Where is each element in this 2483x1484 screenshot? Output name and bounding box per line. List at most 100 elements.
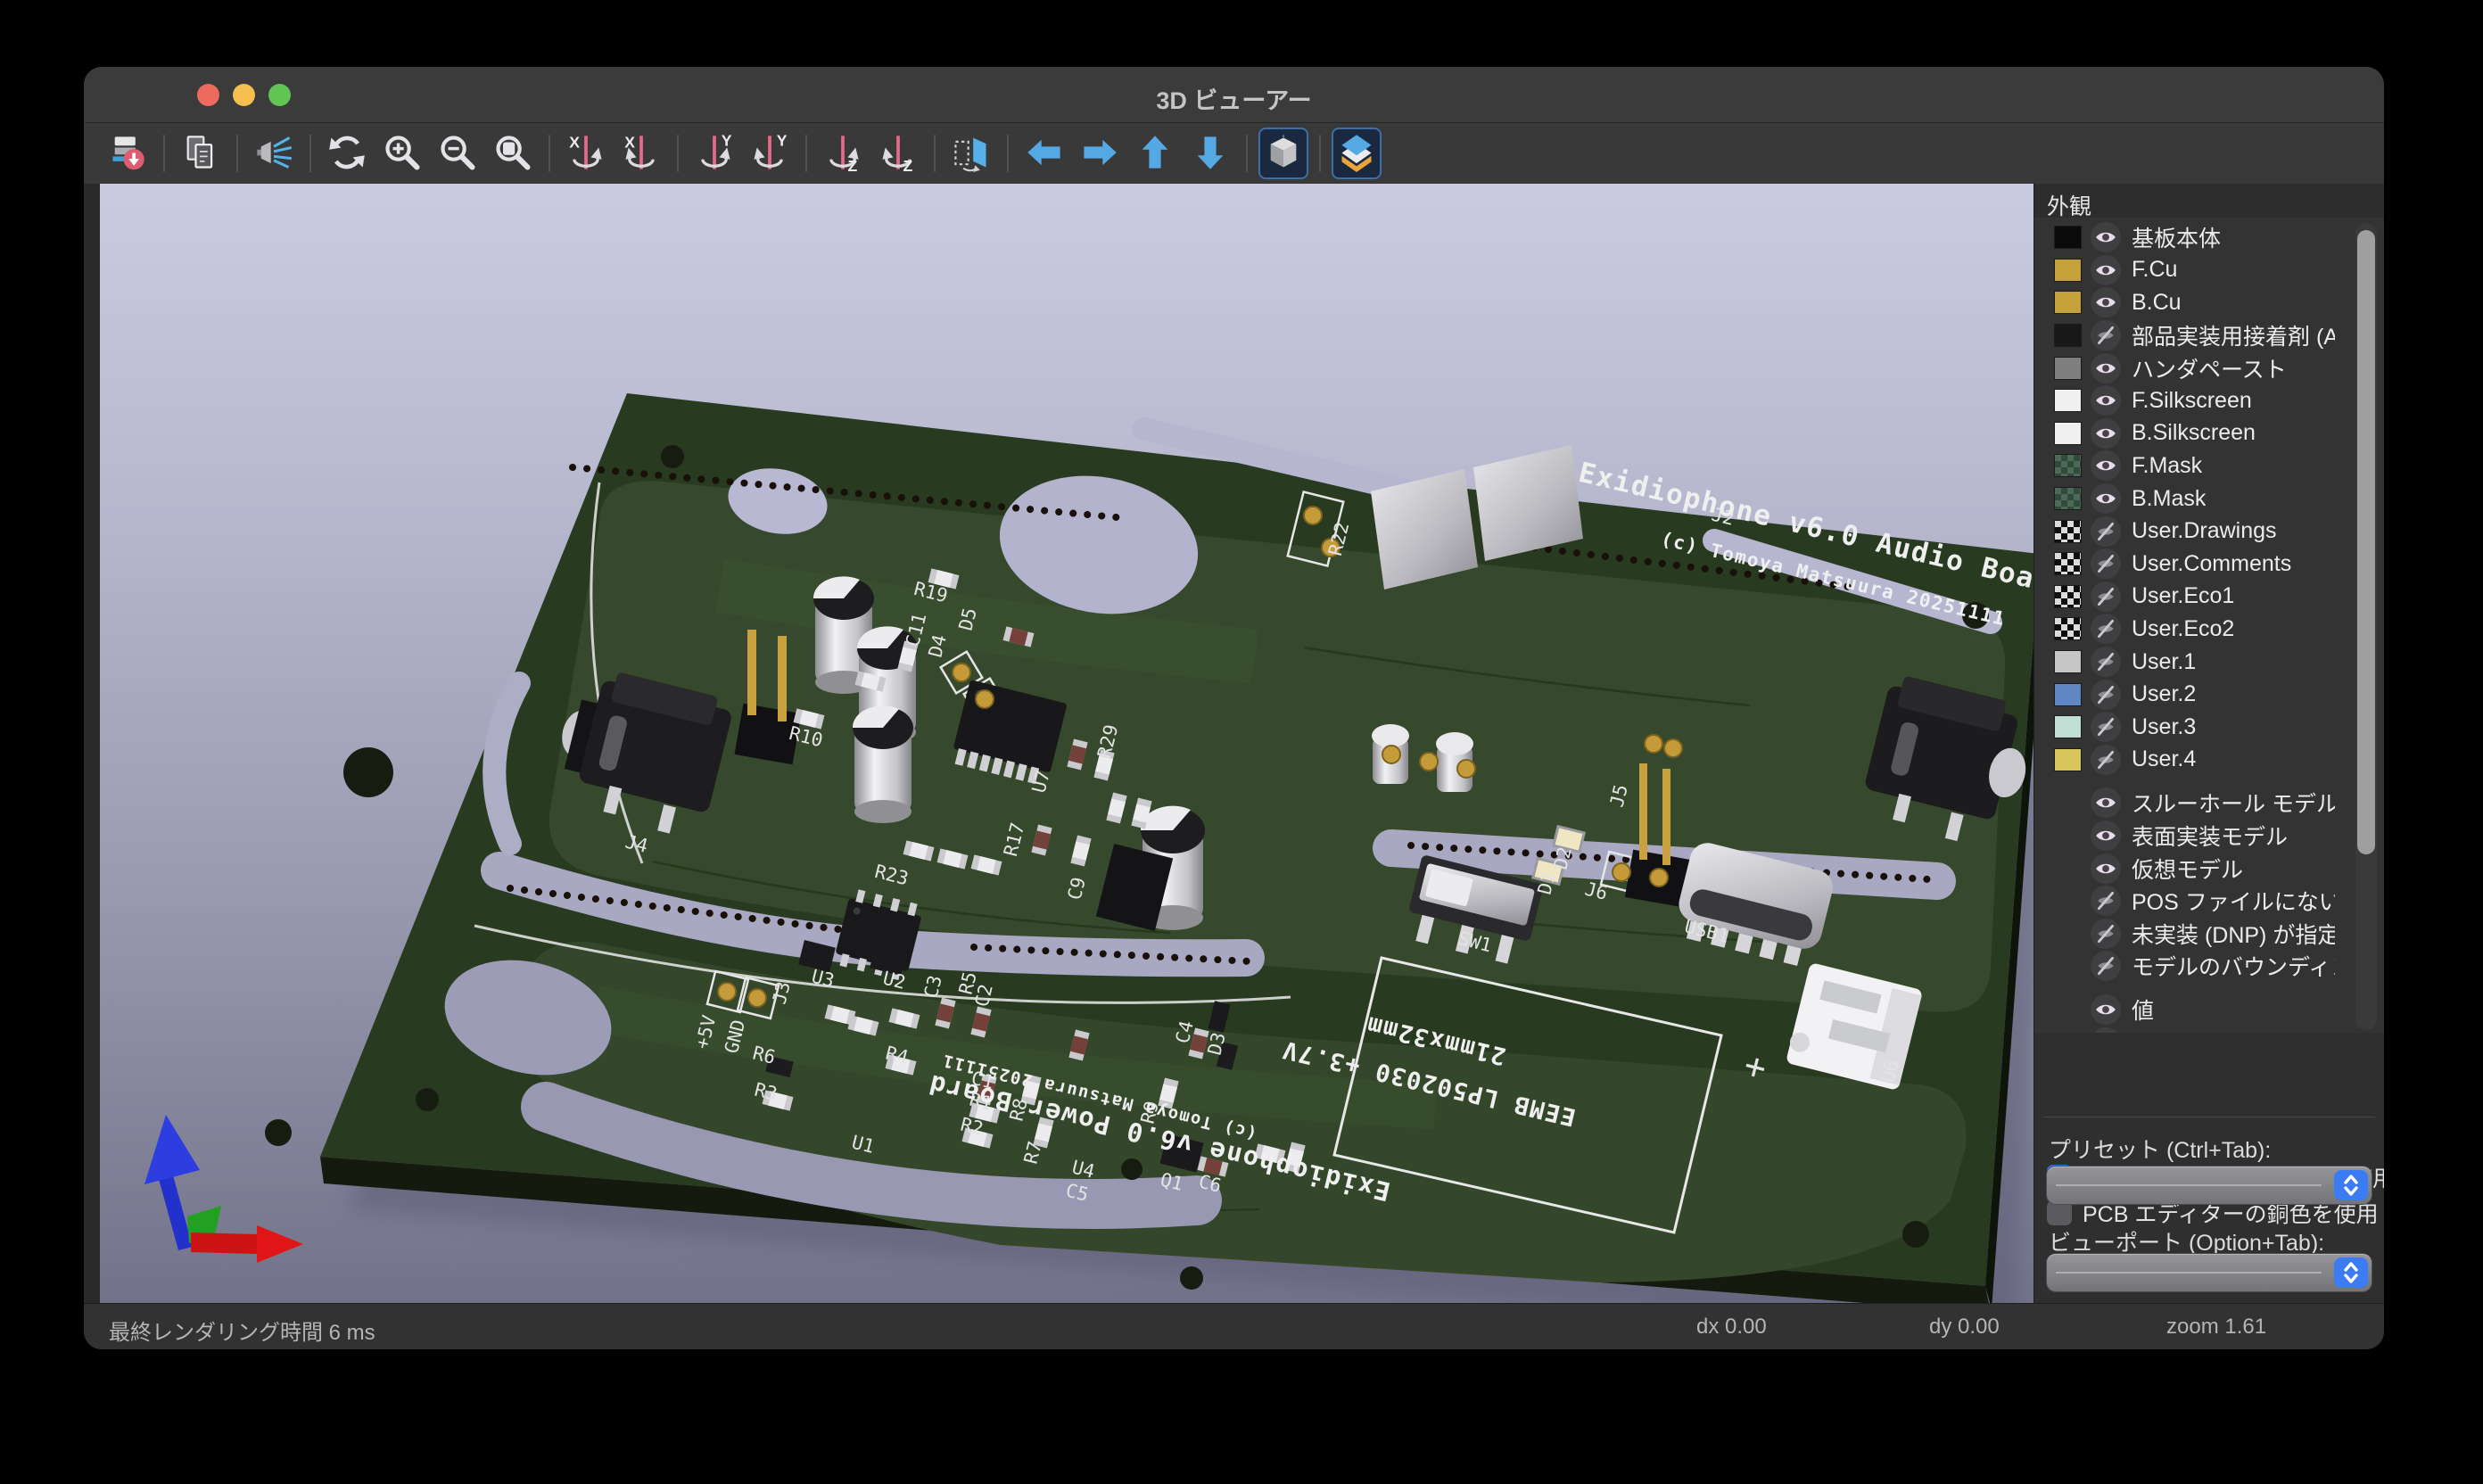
visibility-eye-icon[interactable]	[2091, 222, 2121, 252]
checkbox-pcb-editor-copper-color[interactable]	[2047, 1200, 2072, 1225]
window-title: 3D ビューアー	[84, 81, 2384, 116]
status-zoom: zoom 1.61	[2166, 1315, 2266, 1340]
visibility-eye-icon[interactable]	[2091, 483, 2121, 514]
visibility-eye-icon[interactable]	[2091, 994, 2121, 1025]
copy-image-button[interactable]	[177, 129, 224, 177]
visibility-eye-off-icon[interactable]	[2091, 548, 2121, 579]
rotate-z-clockwise-button[interactable]: Z	[820, 129, 866, 177]
preset-dropdown[interactable]	[2047, 1167, 2372, 1204]
color-swatch[interactable]	[2054, 552, 2082, 575]
zoom-in-button[interactable]	[379, 129, 425, 177]
svg-text:Y: Y	[777, 133, 788, 149]
visibility-eye-icon[interactable]	[2091, 820, 2121, 851]
layer-label: F.Mask	[2132, 453, 2202, 479]
visibility-eye-off-icon[interactable]	[2091, 516, 2121, 547]
color-swatch[interactable]	[2054, 520, 2082, 543]
status-bar: 最終レンダリング時間 6 ms dx 0.00 dy 0.00 zoom 1.6…	[84, 1303, 2384, 1349]
model-option-row: 表面実装モデル	[2034, 820, 2384, 853]
rotate-y-clockwise-button[interactable]: Y	[691, 129, 738, 177]
viewport-dropdown[interactable]	[2047, 1254, 2372, 1291]
color-swatch[interactable]	[2054, 617, 2082, 640]
toolbar-separator	[1246, 135, 1248, 172]
color-swatch[interactable]	[2054, 585, 2082, 608]
3d-viewport[interactable]: R19C11D4D5R10R23C9R17R29U7J4J5J2R22SW1D1…	[100, 184, 2033, 1304]
visibility-eye-off-icon[interactable]	[2091, 581, 2121, 612]
toolbar-separator	[1319, 135, 1321, 172]
layer-row: User.Eco1	[2034, 581, 2384, 614]
toolbar-separator	[549, 135, 550, 172]
orthographic-projection-button[interactable]	[1260, 129, 1307, 177]
move-left-button[interactable]	[1021, 129, 1068, 177]
status-dy: dy 0.00	[1929, 1315, 2000, 1340]
visibility-eye-off-icon[interactable]	[2091, 320, 2121, 350]
color-swatch[interactable]	[2054, 357, 2082, 380]
rotz2-icon: Z	[879, 133, 918, 175]
visibility-eye-off-icon[interactable]	[2091, 647, 2121, 677]
redraw-button[interactable]	[324, 129, 370, 177]
visibility-eye-off-icon[interactable]	[2091, 886, 2121, 916]
color-swatch[interactable]	[2054, 487, 2082, 510]
layer-row: User.Comments	[2034, 548, 2384, 581]
appearance-panel: 外観 基板本体F.CuB.Cu部品実装用接着剤 (AdhハンダペーストF.Sil…	[2033, 184, 2384, 1304]
color-swatch[interactable]	[2054, 226, 2082, 249]
visibility-eye-off-icon[interactable]	[2091, 680, 2121, 710]
visibility-eye-icon[interactable]	[2091, 450, 2121, 481]
zoom-to-fit-button[interactable]	[490, 129, 536, 177]
scrollbar-thumb[interactable]	[2357, 230, 2375, 854]
model-option-label: POS ファイルにないモ	[2132, 885, 2335, 917]
color-swatch[interactable]	[2054, 389, 2082, 412]
flip-icon	[952, 133, 991, 175]
scrollbar-track[interactable]	[2355, 223, 2377, 1030]
visibility-eye-icon[interactable]	[2091, 418, 2121, 449]
layer-label: B.Silkscreen	[2132, 420, 2256, 446]
layer-row: User.2	[2034, 678, 2384, 711]
color-swatch[interactable]	[2054, 650, 2082, 673]
visibility-eye-off-icon[interactable]	[2091, 614, 2121, 644]
move-right-button[interactable]	[1077, 129, 1123, 177]
visibility-eye-icon[interactable]	[2091, 1027, 2121, 1033]
layer-row: User.Eco2	[2034, 613, 2384, 646]
flip-board-button[interactable]	[948, 129, 994, 177]
rotate-x-counterclockwise-button[interactable]: X	[618, 129, 664, 177]
visibility-eye-off-icon[interactable]	[2091, 712, 2121, 742]
toolbar-separator	[677, 135, 679, 172]
color-swatch[interactable]	[2054, 259, 2082, 282]
visibility-eye-icon[interactable]	[2091, 853, 2121, 884]
visibility-eye-off-icon[interactable]	[2091, 919, 2121, 949]
rotate-x-clockwise-button[interactable]: X	[563, 129, 609, 177]
move-down-button[interactable]	[1187, 129, 1233, 177]
visibility-eye-off-icon[interactable]	[2091, 951, 2121, 981]
layer-label: User.Drawings	[2132, 518, 2277, 544]
appearance-panel-button[interactable]	[1333, 129, 1380, 177]
status-dx: dx 0.00	[1696, 1315, 1767, 1340]
export-board-image-button[interactable]	[104, 129, 151, 177]
layer-label: User.4	[2132, 746, 2196, 772]
color-swatch[interactable]	[2054, 683, 2082, 706]
visibility-eye-icon[interactable]	[2091, 787, 2121, 818]
layer-label: User.Eco1	[2132, 583, 2234, 609]
toolbar-separator	[309, 135, 311, 172]
dropdown-stepper-icon	[2334, 1257, 2368, 1288]
layers-icon	[1337, 133, 1376, 175]
redraw-icon	[327, 133, 367, 175]
rotate-z-counterclockwise-button[interactable]: Z	[875, 129, 921, 177]
visibility-eye-icon[interactable]	[2091, 255, 2121, 285]
rotate-y-counterclockwise-button[interactable]: Y	[747, 129, 793, 177]
color-swatch[interactable]	[2054, 422, 2082, 445]
model-option-row: POS ファイルにないモ	[2034, 885, 2384, 918]
color-swatch[interactable]	[2054, 454, 2082, 477]
color-swatch[interactable]	[2054, 291, 2082, 314]
visibility-eye-off-icon[interactable]	[2091, 745, 2121, 775]
visibility-eye-icon[interactable]	[2091, 287, 2121, 317]
visibility-eye-icon[interactable]	[2091, 385, 2121, 416]
visibility-eye-icon[interactable]	[2091, 353, 2121, 383]
render-raytracing-button[interactable]	[251, 129, 297, 177]
model-option-label: モデルのバウンディング	[2132, 950, 2335, 982]
color-swatch[interactable]	[2054, 715, 2082, 738]
move-up-button[interactable]	[1132, 129, 1178, 177]
zoom-out-button[interactable]	[434, 129, 481, 177]
layer-label: User.Eco2	[2132, 616, 2234, 642]
toolbar-separator	[163, 135, 165, 172]
color-swatch[interactable]	[2054, 748, 2082, 771]
color-swatch[interactable]	[2054, 324, 2082, 347]
